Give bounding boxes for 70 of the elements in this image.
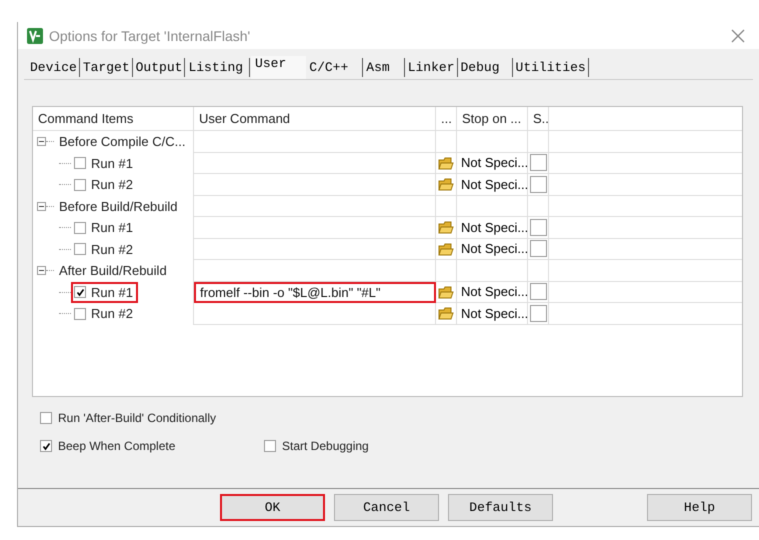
checkbox[interactable] [40, 412, 52, 424]
table-cell[interactable]: Not Speci... [457, 217, 528, 238]
table-cell[interactable]: Not Speci... [457, 152, 528, 174]
dialog-button[interactable]: Defaults [448, 494, 553, 521]
tree-item[interactable]: Before Compile C/C... [59, 134, 186, 150]
folder-icon[interactable] [438, 242, 454, 256]
checkbox[interactable] [264, 440, 276, 452]
checkbox[interactable] [530, 283, 547, 300]
tree-item[interactable]: Run #2 [91, 242, 133, 257]
tree-item[interactable]: Run #2 [91, 177, 133, 192]
check-icon [42, 442, 50, 450]
tab[interactable]: Asm [364, 58, 405, 77]
checkbox[interactable] [530, 218, 547, 236]
checkbox[interactable] [74, 178, 86, 191]
table-cell[interactable]: Not Speci... [457, 238, 528, 260]
folder-icon[interactable] [438, 284, 454, 299]
tab[interactable]: User [251, 56, 306, 79]
table-cell[interactable]: Not Speci... [457, 303, 528, 324]
dialog-button[interactable]: Cancel [334, 494, 439, 521]
empty-cell [457, 260, 528, 282]
empty-cell [457, 131, 528, 152]
app-icon [27, 28, 43, 44]
checkbox[interactable] [74, 286, 86, 298]
checkbox[interactable] [530, 176, 547, 193]
window-title: Options for Target 'InternalFlash' [49, 28, 252, 44]
command-cell[interactable]: fromelf --bin -o "$L@L.bin" "#L" [194, 282, 436, 303]
collapse-icon[interactable] [37, 266, 46, 276]
checkbox[interactable] [74, 243, 86, 256]
tab[interactable]: Output [134, 58, 186, 77]
table-cell[interactable]: Not Speci... [457, 174, 528, 196]
tab[interactable]: Debug [458, 58, 513, 77]
tab[interactable]: Linker [406, 58, 458, 77]
check-icon [76, 288, 84, 297]
tab[interactable]: Device [28, 58, 80, 77]
column-header[interactable]: ... [436, 107, 457, 131]
collapse-icon[interactable] [37, 202, 46, 211]
checkbox-label[interactable]: Start Debugging [282, 439, 369, 453]
collapse-icon[interactable] [37, 137, 46, 146]
tree-item[interactable]: Run #1 [91, 156, 133, 171]
column-header[interactable]: S.. [528, 107, 549, 131]
folder-icon[interactable] [438, 220, 454, 234]
checkbox[interactable] [530, 240, 547, 258]
close-icon[interactable] [731, 28, 745, 42]
tab[interactable]: Listing [186, 58, 250, 77]
checkbox[interactable] [74, 222, 86, 234]
folder-icon[interactable] [438, 177, 454, 192]
folder-icon[interactable] [438, 156, 454, 170]
tab[interactable]: C/C++ [307, 58, 364, 77]
checkbox-label[interactable]: Run 'After-Build' Conditionally [58, 411, 216, 425]
dialog-button[interactable]: Help [647, 494, 752, 521]
tab[interactable]: Target [80, 58, 133, 77]
folder-icon[interactable] [438, 306, 454, 320]
checkbox[interactable] [530, 154, 547, 172]
tab[interactable]: Utilities [514, 58, 589, 77]
column-header[interactable]: Stop on ... [457, 107, 528, 131]
checkbox[interactable] [530, 304, 547, 322]
tree-item[interactable]: Run #1 [91, 220, 133, 236]
checkbox-label[interactable]: Beep When Complete [58, 439, 176, 453]
dialog-button[interactable]: OK [220, 494, 325, 521]
tree-item[interactable]: Run #1 [91, 284, 133, 300]
tree-item[interactable]: Before Build/Rebuild [59, 198, 178, 214]
column-header[interactable]: Command Items [33, 107, 194, 131]
column-header[interactable]: User Command [194, 107, 436, 131]
tree-item[interactable]: Run #2 [91, 306, 133, 322]
checkbox[interactable] [40, 440, 52, 452]
checkbox[interactable] [74, 157, 86, 170]
checkbox[interactable] [74, 308, 86, 320]
tree-item[interactable]: After Build/Rebuild [59, 263, 167, 278]
empty-cell [457, 196, 528, 217]
table-cell[interactable]: Not Speci... [457, 282, 528, 303]
